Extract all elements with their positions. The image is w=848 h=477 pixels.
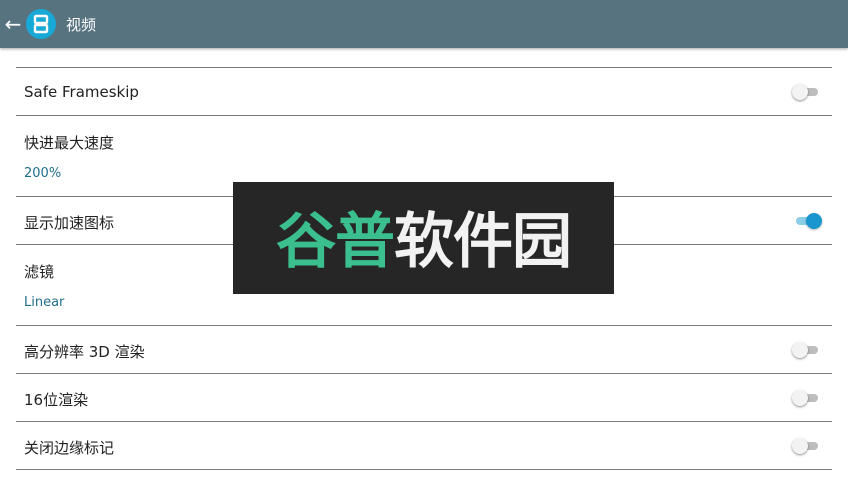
setting-title: 16位渲染	[24, 391, 89, 409]
setting-title: 显示加速图标	[24, 214, 115, 232]
toggle-thumb	[792, 390, 808, 406]
high-res-3d-toggle[interactable]	[792, 342, 820, 358]
toggle-thumb	[792, 438, 808, 454]
setting-disable-edge-marking[interactable]: 关闭边缘标记	[16, 422, 832, 470]
show-speed-icon-toggle[interactable]	[794, 213, 822, 229]
page-title: 视频	[66, 15, 97, 34]
setting-16bit-render[interactable]: 16位渲染	[16, 374, 832, 422]
setting-title: 快进最大速度	[24, 134, 115, 152]
setting-title: Safe Frameskip	[24, 83, 139, 101]
arrow-left-icon[interactable]: ←	[2, 12, 24, 36]
setting-safe-frameskip[interactable]: Safe Frameskip	[16, 68, 832, 116]
toggle-thumb	[806, 213, 822, 229]
16bit-render-toggle[interactable]	[792, 390, 820, 406]
setting-value: 200%	[24, 166, 62, 181]
watermark-green-text: 谷普	[276, 206, 395, 277]
setting-title: 滤镜	[24, 263, 55, 281]
setting-title: 高分辨率 3D 渲染	[24, 343, 145, 361]
safe-frameskip-toggle[interactable]	[792, 84, 820, 100]
setting-value: Linear	[24, 295, 65, 310]
app-logo-icon	[26, 9, 56, 39]
toggle-thumb	[792, 84, 808, 100]
toggle-thumb	[792, 342, 808, 358]
watermark-white-text: 软件园	[394, 206, 572, 277]
watermark-logo: 谷普 软件园	[233, 182, 614, 294]
setting-title: 关闭边缘标记	[24, 439, 115, 457]
app-bar: ← 视频	[0, 0, 848, 48]
disable-edge-marking-toggle[interactable]	[792, 438, 820, 454]
setting-high-res-3d[interactable]: 高分辨率 3D 渲染	[16, 326, 832, 374]
